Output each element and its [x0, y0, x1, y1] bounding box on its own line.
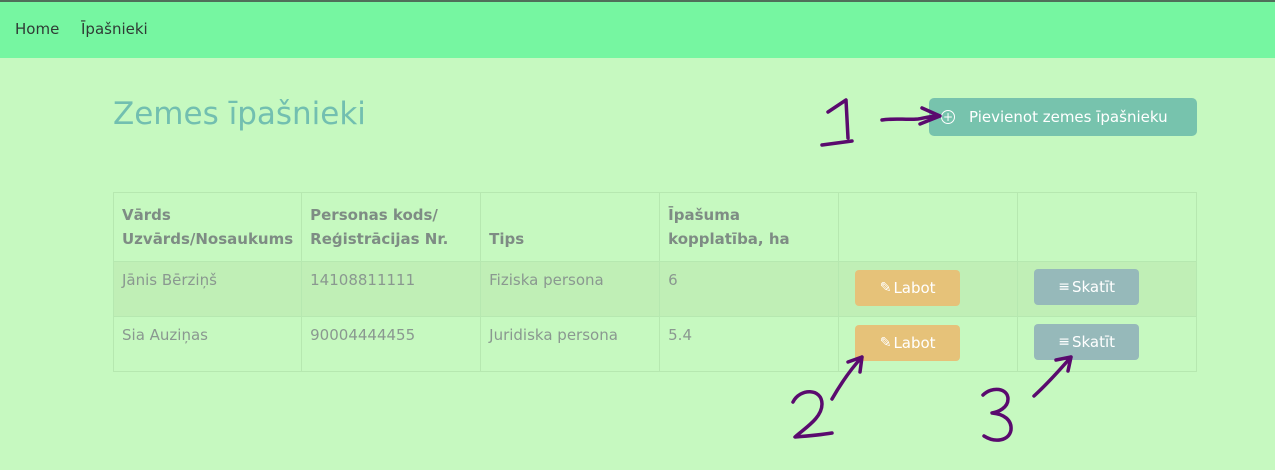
- handwritten-annotations: [791, 98, 1073, 442]
- annotation-arrow-1: [880, 106, 942, 126]
- annotation-number-2: [791, 390, 834, 439]
- annotation-number-1: [820, 98, 854, 147]
- annotation-arrow-3: [1032, 355, 1073, 398]
- annotation-number-3: [981, 387, 1013, 442]
- annotation-arrow-2: [830, 355, 864, 401]
